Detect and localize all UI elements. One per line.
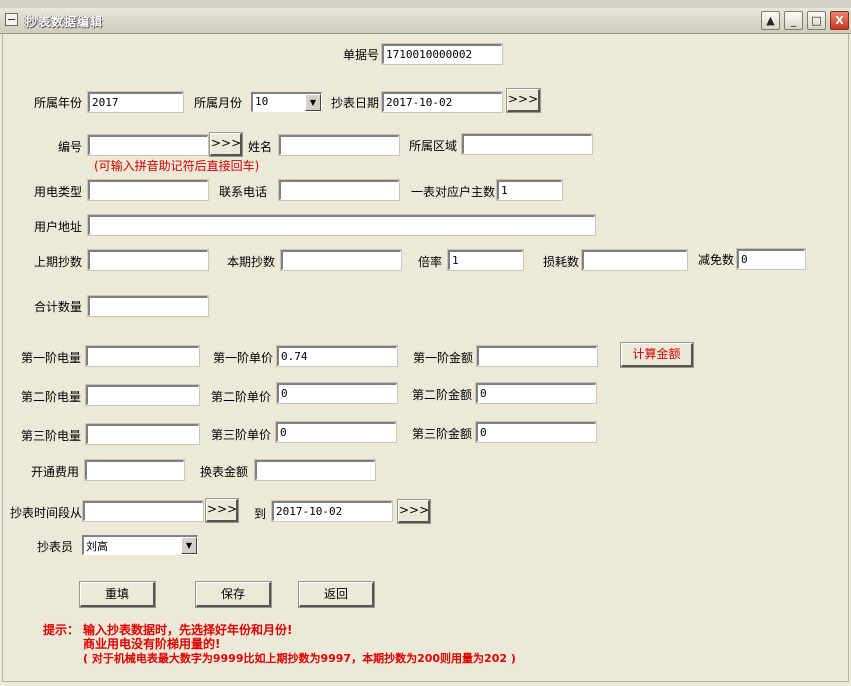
replace-fee-label: 换表金额	[200, 465, 249, 479]
phone-field[interactable]	[278, 179, 400, 201]
total-field[interactable]	[87, 295, 209, 317]
tier3-qty-label: 第三阶电量	[21, 429, 82, 443]
tier1-price-label: 第一阶单价	[213, 351, 274, 365]
area-field[interactable]	[461, 133, 593, 155]
ratio-field[interactable]: 1	[447, 249, 524, 271]
period-from-picker-button[interactable]: >>>	[205, 498, 239, 523]
year-field[interactable]: 2017	[87, 91, 184, 113]
open-fee-field[interactable]	[84, 459, 185, 481]
calculate-amount-button[interactable]: 计算金额	[620, 342, 694, 368]
ratio-label: 倍率	[418, 255, 443, 269]
tier1-qty-field[interactable]	[85, 345, 200, 367]
tier2-amount-field[interactable]: 0	[475, 382, 597, 404]
period-from-field[interactable]	[82, 500, 204, 522]
code-field[interactable]	[87, 134, 209, 156]
month-select[interactable]: 10 ▼	[251, 92, 322, 112]
code-hint: (可输入拼音助记符后直接回车)	[94, 159, 260, 173]
name-field[interactable]	[278, 134, 400, 156]
tier1-amount-field[interactable]	[476, 345, 598, 367]
exempt-field[interactable]: 0	[736, 248, 806, 270]
doc-no-field[interactable]: 1710010000002	[381, 43, 503, 65]
read-date-picker-button[interactable]: >>>	[506, 88, 541, 113]
period-to-field[interactable]: 2017-10-02	[271, 500, 393, 522]
tip-prefix: 提示：	[43, 623, 80, 637]
tier2-qty-field[interactable]	[85, 384, 200, 406]
households-label: 一表对应户主数	[411, 185, 496, 199]
reader-label: 抄表员	[37, 540, 74, 554]
tier1-price-field[interactable]: 0.74	[276, 345, 398, 367]
tier3-amount-field[interactable]: 0	[475, 421, 597, 443]
code-label: 编号	[58, 140, 83, 154]
close-button[interactable]: X	[830, 11, 849, 30]
tier1-qty-label: 第一阶电量	[21, 351, 82, 365]
reader-value: 刘高	[86, 540, 108, 553]
name-label: 姓名	[248, 140, 273, 154]
curr-reading-field[interactable]	[280, 249, 402, 271]
curr-reading-label: 本期抄数	[227, 255, 276, 269]
title-bar[interactable]: 抄表数据编辑 ▲ _ □ X	[0, 8, 851, 34]
exempt-label: 减免数	[698, 253, 735, 267]
system-menu-icon[interactable]	[5, 13, 18, 26]
tier2-price-label: 第二阶单价	[211, 390, 272, 404]
tier3-price-label: 第三阶单价	[211, 428, 272, 442]
reset-button[interactable]: 重填	[79, 581, 156, 608]
window-title: 抄表数据编辑	[25, 15, 104, 29]
prev-reading-label: 上期抄数	[34, 255, 83, 269]
reader-select[interactable]: 刘高 ▼	[82, 535, 198, 555]
total-label: 合计数量	[34, 300, 83, 314]
open-fee-label: 开通费用	[31, 465, 80, 479]
tier2-qty-label: 第二阶电量	[21, 390, 82, 404]
replace-fee-field[interactable]	[254, 459, 376, 481]
address-label: 用户地址	[34, 220, 83, 234]
chevron-down-icon[interactable]: ▼	[305, 94, 321, 111]
power-type-label: 用电类型	[34, 185, 83, 199]
back-button[interactable]: 返回	[298, 581, 375, 608]
period-from-label: 抄表时间段从	[10, 506, 83, 520]
phone-label: 联系电话	[219, 185, 268, 199]
tier3-qty-field[interactable]	[85, 423, 200, 445]
year-label: 所属年份	[34, 96, 83, 110]
tier3-price-field[interactable]: 0	[275, 421, 397, 443]
loss-label: 损耗数	[543, 255, 580, 269]
chevron-down-icon[interactable]: ▼	[181, 537, 197, 554]
loss-field[interactable]	[581, 249, 688, 271]
month-label: 所属月份	[194, 96, 243, 110]
doc-no-label: 单据号	[343, 48, 380, 62]
period-to-picker-button[interactable]: >>>	[397, 499, 431, 524]
area-label: 所属区域	[409, 139, 458, 153]
minimize-button[interactable]: _	[784, 11, 803, 30]
code-lookup-button[interactable]: >>>	[209, 132, 243, 157]
tier3-amount-label: 第三阶金额	[412, 427, 473, 441]
tier1-amount-label: 第一阶金额	[413, 351, 474, 365]
read-date-label: 抄表日期	[331, 96, 380, 110]
maximize-button[interactable]: □	[807, 11, 826, 30]
save-button[interactable]: 保存	[195, 581, 272, 608]
tier2-amount-label: 第二阶金额	[412, 388, 473, 402]
prev-reading-field[interactable]	[87, 249, 209, 271]
period-to-label: 到	[254, 507, 267, 521]
read-date-field[interactable]: 2017-10-02	[381, 91, 503, 113]
address-field[interactable]	[87, 214, 596, 236]
power-type-field[interactable]	[87, 179, 209, 201]
month-value: 10	[255, 95, 269, 108]
tip-line-3: ( 对于机械电表最大数字为9999比如上期抄数为9997，本期抄数为200则用量…	[83, 652, 516, 665]
households-field[interactable]: 1	[496, 179, 563, 201]
restore-button[interactable]: ▲	[761, 11, 780, 30]
tier2-price-field[interactable]: 0	[276, 382, 398, 404]
